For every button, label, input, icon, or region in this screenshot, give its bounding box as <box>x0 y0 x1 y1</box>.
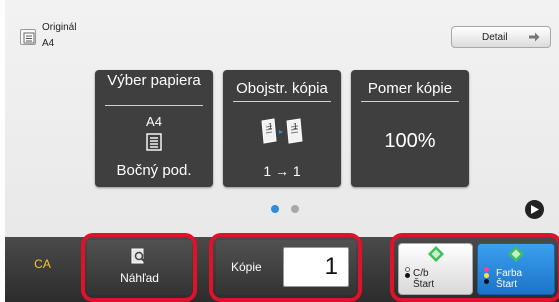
preview-button[interactable]: Náhľad <box>87 240 192 295</box>
start-diamond-icon <box>508 246 524 267</box>
paper-size-value: A4 <box>146 114 162 129</box>
duplex-copy-title: Obojstr. kópia <box>236 80 328 97</box>
page-indicator-inactive[interactable] <box>291 205 299 213</box>
copy-ratio-title: Pomer kópie <box>367 80 453 97</box>
color-start-button[interactable]: Farba Štart <box>477 243 555 295</box>
bw-indicator-dots <box>405 267 410 279</box>
preview-button-label: Náhľad <box>120 271 159 285</box>
detail-button-label: Detail <box>482 32 508 43</box>
detail-button[interactable]: Detail <box>451 26 551 48</box>
paper-tray-value: Bočný pod. <box>116 162 192 179</box>
color-indicator-dots <box>484 267 489 285</box>
original-label: Originál <box>42 22 77 33</box>
title-divider <box>105 105 203 106</box>
clear-all-button[interactable]: CA <box>10 257 75 271</box>
svg-text:1: 1 <box>293 122 298 131</box>
start-diamond-icon <box>428 246 444 267</box>
preview-magnifier-icon <box>130 248 148 271</box>
page-indicator-active[interactable] <box>271 205 279 213</box>
copy-screen: Originál A4 Detail Výber papiera A4 Bočn… <box>5 0 559 302</box>
title-divider <box>233 101 331 102</box>
bw-start-button[interactable]: C/b Štart <box>398 243 473 295</box>
color-start-line1: Farba <box>496 268 523 279</box>
next-page-button[interactable] <box>525 200 544 219</box>
original-document-icon <box>20 29 36 45</box>
color-start-line2: Štart <box>496 279 518 290</box>
paper-select-tile[interactable]: Výber papiera A4 Bočný pod. <box>95 70 213 187</box>
duplex-copy-tile[interactable]: Obojstr. kópia 1 1 1 → 1 <box>223 70 341 187</box>
copy-ratio-value: 100% <box>384 130 436 152</box>
duplex-mode-value: 1 → 1 <box>263 163 301 179</box>
arrow-right-icon <box>529 32 540 45</box>
svg-text:1: 1 <box>268 122 273 131</box>
title-divider <box>361 101 459 102</box>
copy-ratio-tile[interactable]: Pomer kópie 100% <box>351 70 469 187</box>
paper-select-title: Výber papiera <box>107 72 201 89</box>
duplex-copy-icon: 1 1 <box>260 117 306 152</box>
copies-control: Kópie 1 <box>216 240 356 295</box>
copies-label: Kópie <box>231 260 262 274</box>
original-size: A4 <box>42 38 55 49</box>
chevron-right-icon <box>531 205 539 214</box>
paper-tray-icon <box>146 133 162 156</box>
bw-start-line2: Štart <box>413 279 435 290</box>
bw-start-line1: C/b <box>413 268 429 279</box>
copies-count-field[interactable]: 1 <box>283 247 349 287</box>
